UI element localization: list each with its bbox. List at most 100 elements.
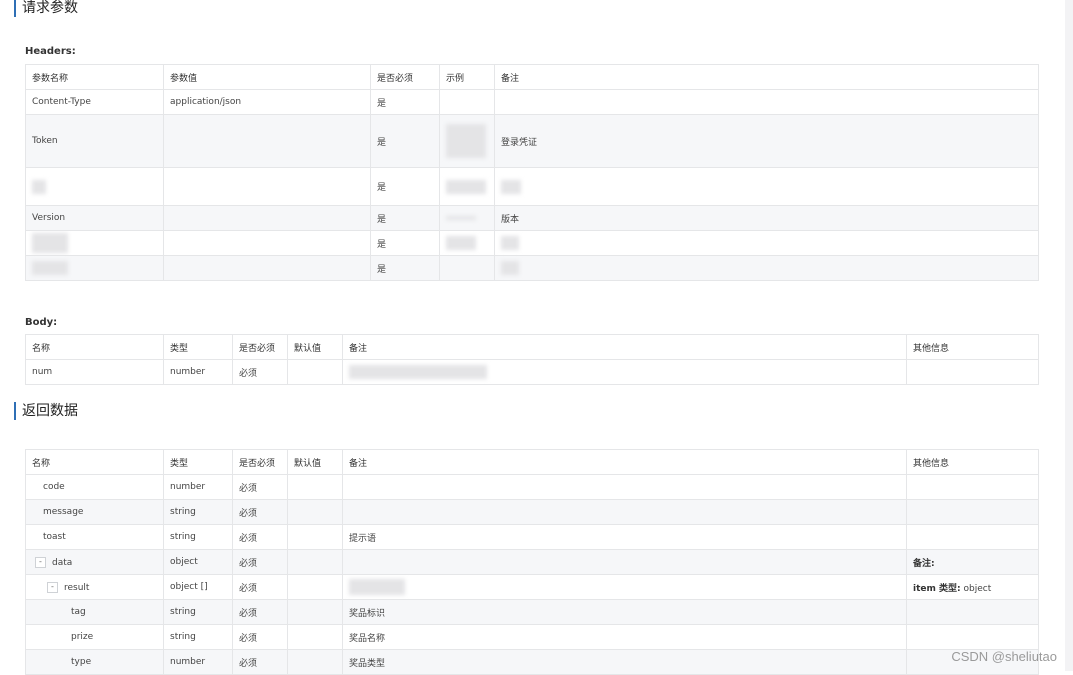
- param-name: Token: [25, 114, 164, 168]
- field-name: message: [25, 499, 164, 525]
- field-name: num: [25, 359, 164, 385]
- field-name: result: [64, 582, 90, 593]
- item-type-label: item 类型:: [913, 583, 961, 594]
- table-row: tag string 必须 奖品标识: [25, 599, 1039, 625]
- field-name: code: [25, 474, 164, 500]
- redacted-block: [446, 236, 476, 250]
- col-header: 是否必须: [370, 64, 440, 90]
- col-header: 名称: [25, 334, 164, 360]
- request-params-title: 请求参数: [14, 0, 78, 17]
- table-row: - result object [] 必须 item 类型: object: [25, 574, 1039, 600]
- field-other: [906, 474, 1039, 500]
- param-value: [163, 230, 371, 256]
- field-name-cell: - data: [25, 549, 164, 575]
- response-data-title: 返回数据: [14, 402, 78, 420]
- collapse-toggle-button[interactable]: -: [47, 581, 58, 593]
- param-note: 版本: [494, 205, 1039, 231]
- field-default: [287, 499, 343, 525]
- param-required: 是: [370, 114, 440, 168]
- param-example: [439, 205, 495, 231]
- response-header-row: 名称 类型 是否必须 默认值 备注 其他信息: [25, 449, 1039, 475]
- field-required: 必须: [232, 474, 288, 500]
- redacted-block: [446, 179, 486, 194]
- field-other: 备注:: [906, 549, 1039, 575]
- collapse-toggle-button[interactable]: -: [35, 556, 46, 568]
- field-other: [906, 499, 1039, 525]
- field-type: string: [163, 599, 233, 625]
- table-row: Version 是 版本: [25, 205, 1039, 231]
- table-row: toast string 必须 提示语: [25, 524, 1039, 550]
- field-default: [287, 524, 343, 550]
- table-row: Token 是 登录凭证: [25, 114, 1039, 168]
- param-name: Content-Type: [25, 89, 164, 115]
- param-value: [163, 205, 371, 231]
- param-required: 是: [370, 255, 440, 281]
- redacted-block: [32, 261, 68, 275]
- field-type: string: [163, 624, 233, 650]
- param-value: [163, 255, 371, 281]
- field-default: [287, 574, 343, 600]
- field-note: 提示语: [342, 524, 907, 550]
- field-default: [287, 474, 343, 500]
- redacted-block: [501, 236, 519, 250]
- param-required: 是: [370, 230, 440, 256]
- field-name: toast: [25, 524, 164, 550]
- field-note: [342, 499, 907, 525]
- table-row: message string 必须: [25, 499, 1039, 525]
- col-header: 其他信息: [906, 334, 1039, 360]
- body-header-row: 名称 类型 是否必须 默认值 备注 其他信息: [25, 334, 1039, 360]
- param-name: [25, 167, 164, 206]
- redacted-block: [32, 233, 68, 253]
- table-row: 是: [25, 167, 1039, 206]
- field-default: [287, 549, 343, 575]
- param-value: [163, 114, 371, 168]
- col-header: 类型: [163, 334, 233, 360]
- field-note: 奖品名称: [342, 624, 907, 650]
- col-header: 类型: [163, 449, 233, 475]
- param-name: [25, 230, 164, 256]
- headers-table: 参数名称 参数值 是否必须 示例 备注 Content-Type applica…: [25, 64, 1039, 281]
- table-row: prize string 必须 奖品名称: [25, 624, 1039, 650]
- headers-header-row: 参数名称 参数值 是否必须 示例 备注: [25, 64, 1039, 90]
- param-example: [439, 89, 495, 115]
- param-example: [439, 255, 495, 281]
- headers-label: Headers:: [25, 46, 76, 57]
- field-name: tag: [25, 599, 164, 625]
- col-header: 是否必须: [232, 449, 288, 475]
- right-scroll-strip: [1065, 0, 1073, 671]
- param-required: 是: [370, 205, 440, 231]
- param-value: application/json: [163, 89, 371, 115]
- col-header: 参数名称: [25, 64, 164, 90]
- field-required: 必须: [232, 524, 288, 550]
- param-note: [494, 255, 1039, 281]
- field-type: object: [163, 549, 233, 575]
- field-other-cell: item 类型: object: [906, 574, 1039, 600]
- param-note: [494, 167, 1039, 206]
- redacted-block: [349, 365, 487, 379]
- param-example: [439, 167, 495, 206]
- body-label: Body:: [25, 317, 58, 328]
- watermark: CSDN @sheliutao: [951, 649, 1057, 664]
- field-required: 必须: [232, 574, 288, 600]
- param-note: [494, 230, 1039, 256]
- field-default: [287, 599, 343, 625]
- field-type: number: [163, 474, 233, 500]
- field-required: 必须: [232, 599, 288, 625]
- redacted-block: [446, 215, 476, 220]
- col-header: 示例: [439, 64, 495, 90]
- field-note: [342, 549, 907, 575]
- redacted-block: [501, 261, 519, 275]
- response-table: 名称 类型 是否必须 默认值 备注 其他信息 code number 必须 me…: [25, 449, 1039, 675]
- field-type: string: [163, 524, 233, 550]
- body-table: 名称 类型 是否必须 默认值 备注 其他信息 num number 必须: [25, 334, 1039, 385]
- col-header: 备注: [494, 64, 1039, 90]
- table-row: 是: [25, 230, 1039, 256]
- table-row: 是: [25, 255, 1039, 281]
- field-type: object []: [163, 574, 233, 600]
- param-name: Version: [25, 205, 164, 231]
- field-type: number: [163, 359, 233, 385]
- field-required: 必须: [232, 624, 288, 650]
- field-name: data: [52, 557, 73, 568]
- field-other: [906, 524, 1039, 550]
- field-other: [906, 599, 1039, 625]
